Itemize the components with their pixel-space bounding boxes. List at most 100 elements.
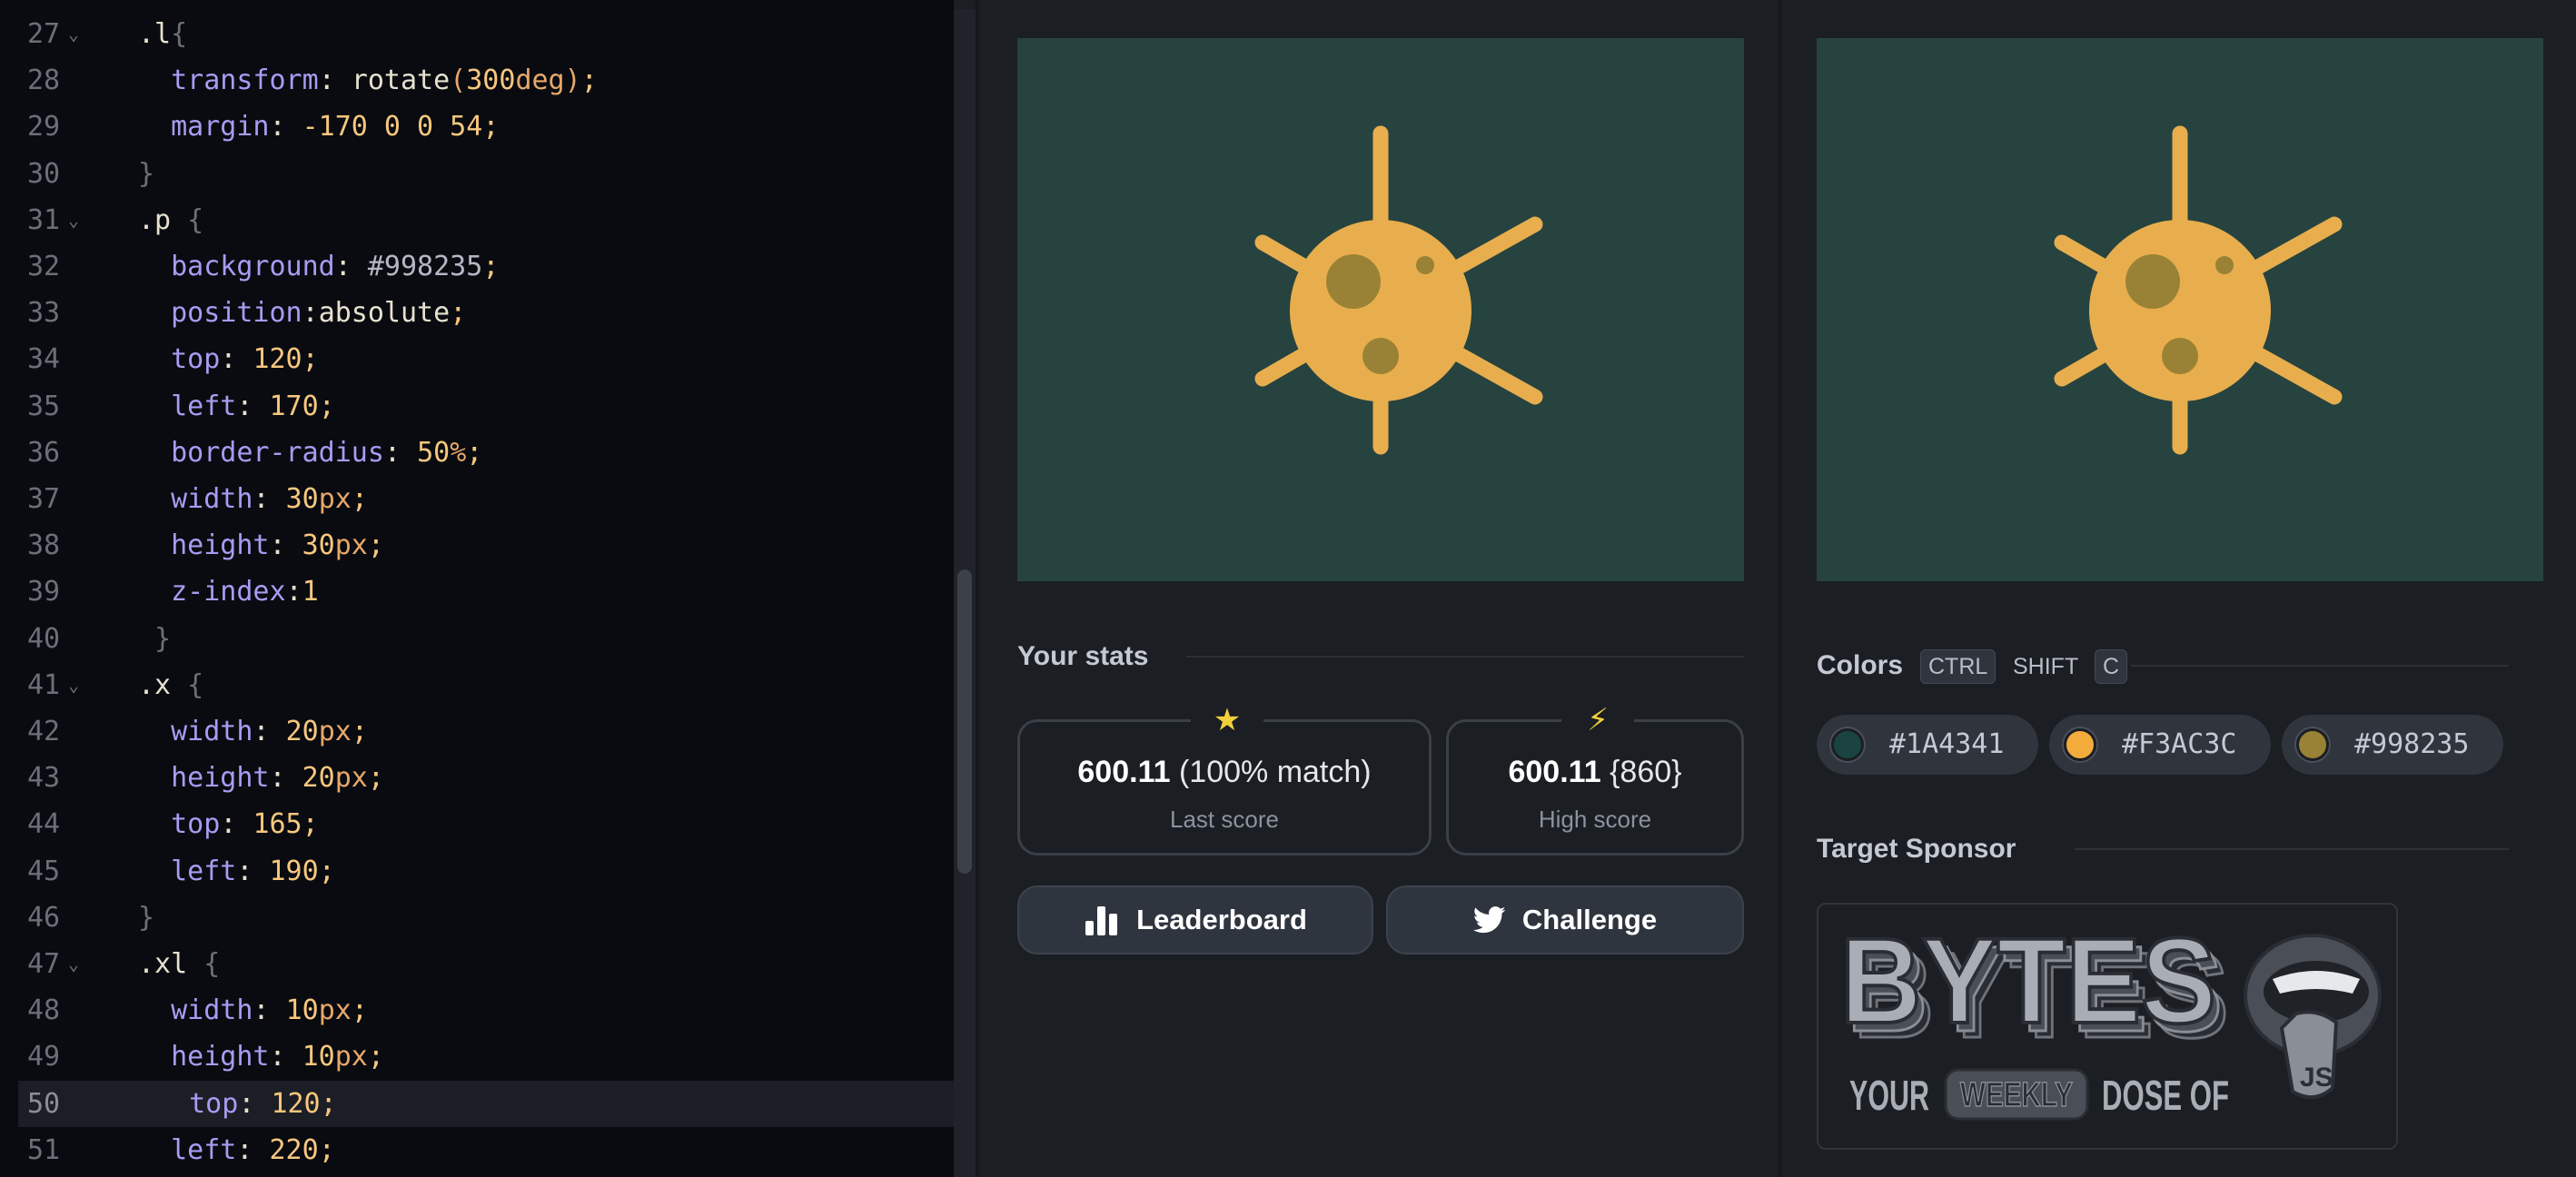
last-score-value: 600.11 (100% match): [1077, 755, 1372, 789]
sponsor-title: Target Sponsor: [1817, 834, 2016, 864]
virus-spot-small: [1416, 256, 1434, 274]
line-number: 51: [27, 1133, 61, 1166]
code-text: border-radius: 50%;: [138, 436, 483, 469]
last-score-label: Last score: [1170, 806, 1279, 833]
code-line[interactable]: 51 left: 220;: [0, 1127, 954, 1173]
color-chip-3[interactable]: #998235: [2282, 715, 2503, 775]
high-score-value: 600.11 {860}: [1508, 755, 1682, 789]
code-text: }: [138, 157, 155, 190]
editor-scrollbar-thumb[interactable]: [957, 569, 972, 874]
code-line[interactable]: 28 transform: rotate(300deg);: [0, 57, 954, 104]
color-hex-2: #F3AC3C: [2122, 728, 2237, 760]
line-number: 34: [27, 343, 61, 376]
line-number: 29: [27, 111, 61, 143]
code-line[interactable]: 43 height: 20px;: [0, 755, 954, 801]
fold-chevron-icon[interactable]: ⌄: [68, 197, 79, 243]
logo-word: BYTES: [1840, 914, 2216, 1049]
output-preview[interactable]: [1017, 38, 1744, 581]
code-line[interactable]: 49 height: 10px;: [0, 1034, 954, 1080]
line-number: 32: [27, 251, 61, 282]
leaderboard-button[interactable]: Leaderboard: [1017, 885, 1373, 954]
stats-title: Your stats: [1017, 641, 1149, 671]
code-text: width: 20px;: [138, 716, 368, 747]
code-line[interactable]: 37 width: 30px;: [0, 476, 954, 522]
code-line[interactable]: 44 top: 165;: [0, 801, 954, 847]
code-line[interactable]: 34 top: 120;: [0, 336, 954, 382]
code-line[interactable]: 45 left: 190;: [0, 848, 954, 895]
code-line[interactable]: 50 top: 120;: [18, 1080, 954, 1127]
code-line[interactable]: 31 ⌄ .p {: [0, 197, 954, 243]
color-swatch-2: [2064, 728, 2096, 761]
code-text: margin: -170 0 0 54;: [138, 111, 500, 143]
line-number: 28: [27, 64, 61, 97]
code-line[interactable]: 30}: [0, 151, 954, 197]
line-number: 39: [27, 576, 61, 608]
line-number: 48: [27, 994, 61, 1027]
code-text: width: 10px;: [138, 994, 368, 1027]
code-text: top: 165;: [138, 808, 319, 841]
code-line[interactable]: 32 background: #998235;: [0, 243, 954, 290]
bar-chart-icon: [1085, 906, 1118, 935]
code-text: background: #998235;: [138, 251, 500, 282]
line-number: 47: [27, 948, 61, 980]
fold-chevron-icon[interactable]: ⌄: [68, 662, 79, 708]
color-chip-2[interactable]: #F3AC3C: [2049, 715, 2271, 775]
js-badge-text: JS: [2300, 1063, 2333, 1093]
line-number: 31: [27, 203, 61, 236]
code-text: left: 190;: [138, 855, 335, 887]
code-text: .p {: [138, 203, 204, 236]
target-panel: Colors CTRL SHIFT C #1A4341 #F3AC3C #998…: [1782, 0, 2576, 1177]
stats-divider: [1186, 656, 1744, 658]
line-number: 40: [27, 622, 61, 655]
editor-scrollbar[interactable]: [954, 9, 976, 1177]
target-virus-spot-medium: [2162, 338, 2198, 374]
code-editor[interactable]: 27 ⌄ .l{28 transform: rotate(300deg); 29 ma…: [0, 0, 954, 1177]
code-text: height: 10px;: [138, 1041, 384, 1073]
code-text: .xl {: [138, 948, 221, 980]
code-line[interactable]: 38 height: 30px;: [0, 522, 954, 569]
code-text: left: 170;: [138, 390, 335, 422]
output-panel: Your stats ★ 600.11 (100% match) Last sc…: [979, 0, 1778, 1177]
last-score-card: ★ 600.11 (100% match) Last score: [1017, 702, 1432, 856]
color-chip-1[interactable]: #1A4341: [1817, 715, 2038, 775]
virus-spot-medium: [1362, 338, 1399, 374]
code-line[interactable]: 33 position:absolute;: [0, 290, 954, 336]
line-number: 36: [27, 436, 61, 469]
sponsor-divider: [2075, 848, 2509, 850]
code-text: position:absolute;: [138, 297, 467, 330]
fold-chevron-icon[interactable]: ⌄: [68, 941, 79, 987]
code-text: }: [138, 622, 172, 655]
tagline-your: YOUR: [1849, 1072, 1929, 1119]
code-line[interactable]: 36 border-radius: 50%;: [0, 430, 954, 476]
code-line[interactable]: 48 width: 10px;: [0, 987, 954, 1034]
sponsor-banner[interactable]: BYTES BYTES BYTES YOUR WEEKLY DOSE OF JS: [1817, 903, 2398, 1150]
high-score-label: High score: [1538, 806, 1652, 833]
color-swatch-3: [2296, 728, 2329, 761]
code-line[interactable]: 29 margin: -170 0 0 54;: [0, 104, 954, 150]
fold-chevron-icon[interactable]: ⌄: [68, 11, 79, 57]
challenge-label: Challenge: [1521, 904, 1658, 935]
code-line[interactable]: 40 }: [0, 616, 954, 662]
code-line[interactable]: 39 z-index:1: [0, 569, 954, 615]
code-text: height: 30px;: [138, 529, 384, 562]
code-text: transform: rotate(300deg);: [138, 64, 598, 97]
code-text: }: [138, 901, 155, 934]
code-line[interactable]: 27 ⌄ .l{: [0, 11, 954, 57]
code-text: .l{: [138, 18, 188, 50]
code-text: top: 120;: [138, 343, 319, 376]
code-line[interactable]: 42 width: 20px;: [0, 708, 954, 755]
challenge-button[interactable]: Challenge: [1386, 885, 1744, 954]
line-number: 35: [27, 390, 61, 422]
code-line[interactable]: 46}: [0, 895, 954, 941]
code-line[interactable]: 41 ⌄ .x {: [0, 662, 954, 708]
line-number: 38: [27, 529, 61, 562]
code-line[interactable]: 47 ⌄ .xl {: [0, 941, 954, 987]
line-number: 42: [27, 716, 61, 747]
line-number: 44: [27, 808, 61, 841]
line-number: 49: [27, 1041, 61, 1073]
code-text: width: 30px;: [138, 483, 368, 515]
code-line[interactable]: 35 left: 170;: [0, 383, 954, 430]
target-preview[interactable]: [1817, 38, 2543, 581]
tagline-weekly: WEEKLY: [1960, 1076, 2073, 1114]
line-number: 33: [27, 297, 61, 330]
